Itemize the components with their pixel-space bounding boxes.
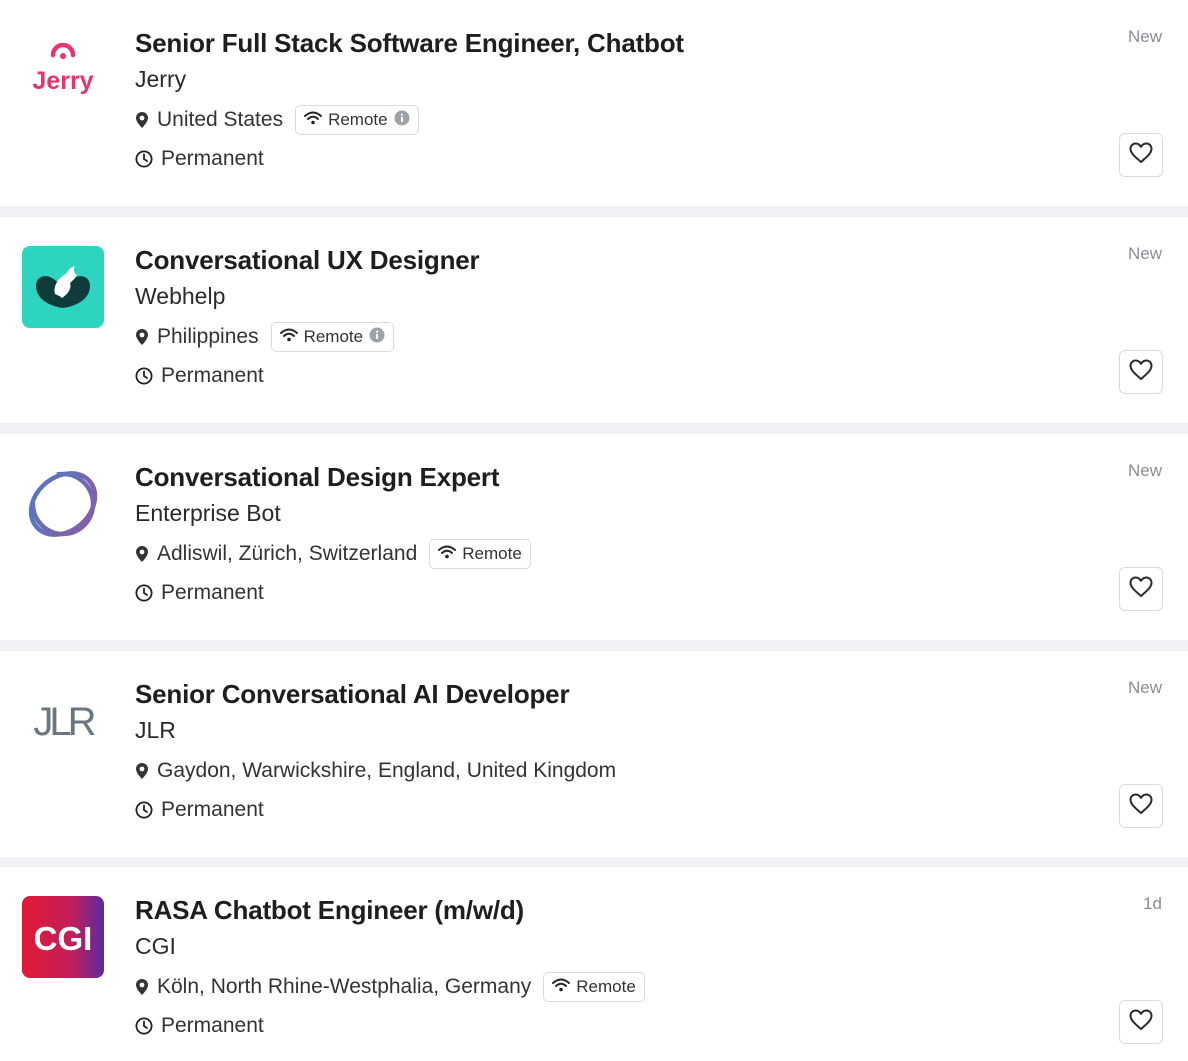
job-type-row: Permanent xyxy=(135,1011,264,1041)
company-name[interactable]: JLR xyxy=(135,717,176,744)
save-job-button[interactable] xyxy=(1119,350,1163,394)
heart-icon xyxy=(1129,359,1153,386)
heart-icon xyxy=(1129,1009,1153,1036)
save-job-button[interactable] xyxy=(1119,1000,1163,1044)
job-type-row: Permanent xyxy=(135,144,264,174)
clock-icon xyxy=(135,1017,153,1035)
job-card[interactable]: Jerry Senior Full Stack Software Enginee… xyxy=(0,0,1188,206)
posted-badge: 1d xyxy=(1143,894,1162,913)
posted-badge: New xyxy=(1127,244,1162,263)
company-logo-jlr: JLR xyxy=(22,680,104,762)
job-title[interactable]: Senior Full Stack Software Engineer, Cha… xyxy=(135,28,684,59)
company-logo-enterprise-bot xyxy=(22,463,104,545)
remote-badge: Remote xyxy=(429,539,531,569)
company-logo-cgi: CGI xyxy=(22,896,104,978)
wifi-icon xyxy=(438,545,457,564)
job-type: Permanent xyxy=(161,798,264,821)
job-title[interactable]: Conversational UX Designer xyxy=(135,245,480,276)
job-type: Permanent xyxy=(161,581,264,604)
location-row: Philippines Remote xyxy=(135,320,395,354)
clock-icon xyxy=(135,801,153,819)
remote-label: Remote xyxy=(576,977,636,996)
company-logo-webhelp xyxy=(22,246,104,328)
logo-wordmark: Jerry xyxy=(32,67,93,95)
company-name[interactable]: Jerry xyxy=(135,66,186,93)
job-card[interactable]: CGI RASA Chatbot Engineer (m/w/d) CGI Kö… xyxy=(0,867,1188,1061)
location-row: Köln, North Rhine-Westphalia, Germany Re… xyxy=(135,970,645,1004)
job-title[interactable]: Conversational Design Expert xyxy=(135,462,499,493)
logo-wordmark: CGI xyxy=(34,920,93,957)
job-type-row: Permanent xyxy=(135,578,264,608)
company-logo-jerry: Jerry xyxy=(22,29,104,111)
location-pin-icon xyxy=(135,111,149,129)
location-pin-icon xyxy=(135,978,149,996)
job-card[interactable]: JLR Senior Conversational AI Developer J… xyxy=(0,651,1188,857)
job-type: Permanent xyxy=(161,1014,264,1037)
job-type-row: Permanent xyxy=(135,795,264,825)
job-location: United States xyxy=(157,108,284,131)
company-name[interactable]: Enterprise Bot xyxy=(135,500,281,527)
location-row: United States Remote xyxy=(135,103,419,137)
job-location: Philippines xyxy=(157,325,259,348)
job-card[interactable]: Conversational UX Designer Webhelp Phili… xyxy=(0,217,1188,423)
location-pin-icon xyxy=(135,545,149,563)
info-icon[interactable] xyxy=(394,110,410,131)
job-type-row: Permanent xyxy=(135,361,264,391)
info-icon[interactable] xyxy=(369,327,385,348)
job-title[interactable]: Senior Conversational AI Developer xyxy=(135,679,570,710)
remote-label: Remote xyxy=(462,544,522,563)
job-type: Permanent xyxy=(161,147,264,170)
wifi-icon xyxy=(304,111,323,130)
clock-icon xyxy=(135,150,153,168)
job-list: Jerry Senior Full Stack Software Enginee… xyxy=(0,0,1188,1061)
location-pin-icon xyxy=(135,762,149,780)
wifi-icon xyxy=(279,328,298,347)
posted-badge: New xyxy=(1127,27,1162,46)
job-title[interactable]: RASA Chatbot Engineer (m/w/d) xyxy=(135,895,524,926)
job-type: Permanent xyxy=(161,364,264,387)
clock-icon xyxy=(135,584,153,602)
posted-badge: New xyxy=(1127,678,1162,697)
location-row: Gaydon, Warwickshire, England, United Ki… xyxy=(135,754,616,788)
save-job-button[interactable] xyxy=(1119,133,1163,177)
logo-wordmark: JLR xyxy=(33,700,95,744)
job-location: Gaydon, Warwickshire, England, United Ki… xyxy=(157,759,617,782)
clock-icon xyxy=(135,367,153,385)
heart-icon xyxy=(1129,793,1153,820)
remote-badge: Remote xyxy=(295,105,419,135)
wifi-icon xyxy=(552,978,571,997)
job-location: Köln, North Rhine-Westphalia, Germany xyxy=(157,975,532,998)
location-row: Adliswil, Zürich, Switzerland Remote xyxy=(135,537,531,571)
posted-badge: New xyxy=(1127,461,1162,480)
job-location: Adliswil, Zürich, Switzerland xyxy=(157,542,418,565)
company-name[interactable]: Webhelp xyxy=(135,283,225,310)
remote-label: Remote xyxy=(303,327,364,346)
remote-badge: Remote xyxy=(543,972,645,1002)
remote-label: Remote xyxy=(328,110,388,129)
job-card[interactable]: Conversational Design Expert Enterprise … xyxy=(0,434,1188,640)
remote-badge: Remote xyxy=(270,322,395,352)
save-job-button[interactable] xyxy=(1119,784,1163,828)
heart-icon xyxy=(1129,576,1153,603)
heart-icon xyxy=(1129,142,1153,169)
company-name[interactable]: CGI xyxy=(135,933,176,960)
location-pin-icon xyxy=(135,328,149,346)
save-job-button[interactable] xyxy=(1119,567,1163,611)
